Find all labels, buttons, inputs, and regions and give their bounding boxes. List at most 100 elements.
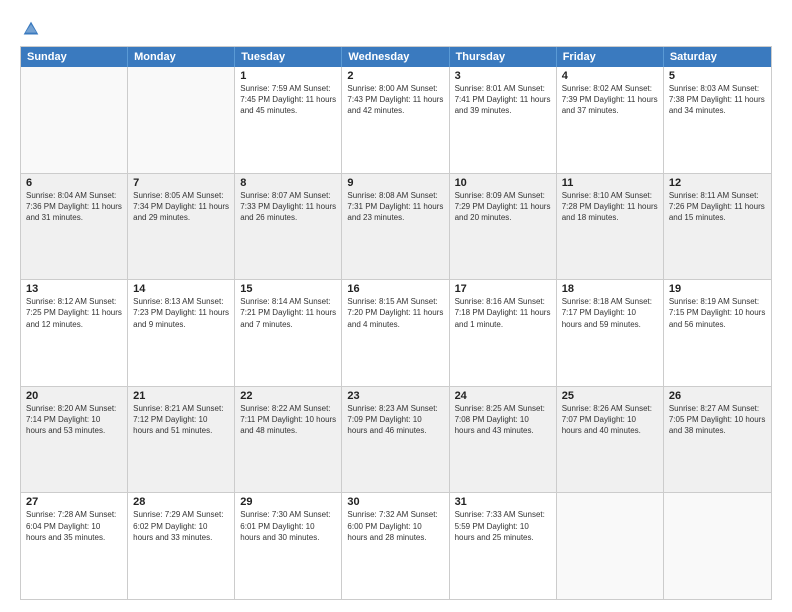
day-info: Sunrise: 8:01 AM Sunset: 7:41 PM Dayligh… [455, 83, 551, 117]
day-number: 6 [26, 177, 122, 189]
day-cell-15: 15Sunrise: 8:14 AM Sunset: 7:21 PM Dayli… [235, 280, 342, 386]
day-cell-13: 13Sunrise: 8:12 AM Sunset: 7:25 PM Dayli… [21, 280, 128, 386]
day-number: 17 [455, 283, 551, 295]
day-info: Sunrise: 8:14 AM Sunset: 7:21 PM Dayligh… [240, 296, 336, 330]
day-number: 10 [455, 177, 551, 189]
day-cell-30: 30Sunrise: 7:32 AM Sunset: 6:00 PM Dayli… [342, 493, 449, 599]
empty-cell [664, 493, 771, 599]
day-number: 28 [133, 496, 229, 508]
day-cell-10: 10Sunrise: 8:09 AM Sunset: 7:29 PM Dayli… [450, 174, 557, 280]
page-header [20, 18, 772, 40]
day-cell-24: 24Sunrise: 8:25 AM Sunset: 7:08 PM Dayli… [450, 387, 557, 493]
day-info: Sunrise: 7:29 AM Sunset: 6:02 PM Dayligh… [133, 509, 229, 543]
header-day-saturday: Saturday [664, 47, 771, 67]
logo [20, 18, 46, 40]
day-info: Sunrise: 8:25 AM Sunset: 7:08 PM Dayligh… [455, 403, 551, 437]
day-info: Sunrise: 8:15 AM Sunset: 7:20 PM Dayligh… [347, 296, 443, 330]
day-info: Sunrise: 8:03 AM Sunset: 7:38 PM Dayligh… [669, 83, 766, 117]
calendar-row-4: 20Sunrise: 8:20 AM Sunset: 7:14 PM Dayli… [21, 386, 771, 493]
day-info: Sunrise: 8:09 AM Sunset: 7:29 PM Dayligh… [455, 190, 551, 224]
day-info: Sunrise: 7:33 AM Sunset: 5:59 PM Dayligh… [455, 509, 551, 543]
day-info: Sunrise: 8:08 AM Sunset: 7:31 PM Dayligh… [347, 190, 443, 224]
day-info: Sunrise: 8:10 AM Sunset: 7:28 PM Dayligh… [562, 190, 658, 224]
day-info: Sunrise: 8:23 AM Sunset: 7:09 PM Dayligh… [347, 403, 443, 437]
header-day-sunday: Sunday [21, 47, 128, 67]
day-info: Sunrise: 7:59 AM Sunset: 7:45 PM Dayligh… [240, 83, 336, 117]
calendar: SundayMondayTuesdayWednesdayThursdayFrid… [20, 46, 772, 600]
day-cell-31: 31Sunrise: 7:33 AM Sunset: 5:59 PM Dayli… [450, 493, 557, 599]
empty-cell [21, 67, 128, 173]
day-number: 24 [455, 390, 551, 402]
day-cell-4: 4Sunrise: 8:02 AM Sunset: 7:39 PM Daylig… [557, 67, 664, 173]
header-day-tuesday: Tuesday [235, 47, 342, 67]
day-cell-11: 11Sunrise: 8:10 AM Sunset: 7:28 PM Dayli… [557, 174, 664, 280]
day-number: 22 [240, 390, 336, 402]
day-cell-12: 12Sunrise: 8:11 AM Sunset: 7:26 PM Dayli… [664, 174, 771, 280]
day-info: Sunrise: 8:21 AM Sunset: 7:12 PM Dayligh… [133, 403, 229, 437]
day-info: Sunrise: 8:26 AM Sunset: 7:07 PM Dayligh… [562, 403, 658, 437]
day-cell-28: 28Sunrise: 7:29 AM Sunset: 6:02 PM Dayli… [128, 493, 235, 599]
day-cell-1: 1Sunrise: 7:59 AM Sunset: 7:45 PM Daylig… [235, 67, 342, 173]
day-cell-29: 29Sunrise: 7:30 AM Sunset: 6:01 PM Dayli… [235, 493, 342, 599]
day-cell-18: 18Sunrise: 8:18 AM Sunset: 7:17 PM Dayli… [557, 280, 664, 386]
calendar-row-1: 1Sunrise: 7:59 AM Sunset: 7:45 PM Daylig… [21, 67, 771, 173]
calendar-row-5: 27Sunrise: 7:28 AM Sunset: 6:04 PM Dayli… [21, 492, 771, 599]
day-cell-26: 26Sunrise: 8:27 AM Sunset: 7:05 PM Dayli… [664, 387, 771, 493]
header-day-wednesday: Wednesday [342, 47, 449, 67]
logo-icon [20, 18, 42, 40]
day-number: 15 [240, 283, 336, 295]
day-info: Sunrise: 8:18 AM Sunset: 7:17 PM Dayligh… [562, 296, 658, 330]
day-cell-20: 20Sunrise: 8:20 AM Sunset: 7:14 PM Dayli… [21, 387, 128, 493]
day-info: Sunrise: 8:05 AM Sunset: 7:34 PM Dayligh… [133, 190, 229, 224]
header-day-thursday: Thursday [450, 47, 557, 67]
empty-cell [557, 493, 664, 599]
day-cell-16: 16Sunrise: 8:15 AM Sunset: 7:20 PM Dayli… [342, 280, 449, 386]
day-info: Sunrise: 8:04 AM Sunset: 7:36 PM Dayligh… [26, 190, 122, 224]
day-info: Sunrise: 8:13 AM Sunset: 7:23 PM Dayligh… [133, 296, 229, 330]
day-number: 20 [26, 390, 122, 402]
day-info: Sunrise: 8:02 AM Sunset: 7:39 PM Dayligh… [562, 83, 658, 117]
calendar-body: 1Sunrise: 7:59 AM Sunset: 7:45 PM Daylig… [21, 67, 771, 599]
day-number: 1 [240, 70, 336, 82]
header-day-monday: Monday [128, 47, 235, 67]
day-number: 27 [26, 496, 122, 508]
day-cell-8: 8Sunrise: 8:07 AM Sunset: 7:33 PM Daylig… [235, 174, 342, 280]
calendar-row-3: 13Sunrise: 8:12 AM Sunset: 7:25 PM Dayli… [21, 279, 771, 386]
day-info: Sunrise: 8:22 AM Sunset: 7:11 PM Dayligh… [240, 403, 336, 437]
day-info: Sunrise: 8:00 AM Sunset: 7:43 PM Dayligh… [347, 83, 443, 117]
day-number: 19 [669, 283, 766, 295]
day-info: Sunrise: 8:20 AM Sunset: 7:14 PM Dayligh… [26, 403, 122, 437]
day-number: 18 [562, 283, 658, 295]
day-number: 25 [562, 390, 658, 402]
day-info: Sunrise: 8:27 AM Sunset: 7:05 PM Dayligh… [669, 403, 766, 437]
day-cell-9: 9Sunrise: 8:08 AM Sunset: 7:31 PM Daylig… [342, 174, 449, 280]
day-number: 16 [347, 283, 443, 295]
day-info: Sunrise: 7:28 AM Sunset: 6:04 PM Dayligh… [26, 509, 122, 543]
day-number: 9 [347, 177, 443, 189]
day-cell-3: 3Sunrise: 8:01 AM Sunset: 7:41 PM Daylig… [450, 67, 557, 173]
day-cell-25: 25Sunrise: 8:26 AM Sunset: 7:07 PM Dayli… [557, 387, 664, 493]
day-info: Sunrise: 8:16 AM Sunset: 7:18 PM Dayligh… [455, 296, 551, 330]
day-number: 30 [347, 496, 443, 508]
day-number: 13 [26, 283, 122, 295]
day-cell-7: 7Sunrise: 8:05 AM Sunset: 7:34 PM Daylig… [128, 174, 235, 280]
calendar-row-2: 6Sunrise: 8:04 AM Sunset: 7:36 PM Daylig… [21, 173, 771, 280]
day-number: 14 [133, 283, 229, 295]
day-cell-27: 27Sunrise: 7:28 AM Sunset: 6:04 PM Dayli… [21, 493, 128, 599]
day-number: 12 [669, 177, 766, 189]
day-cell-2: 2Sunrise: 8:00 AM Sunset: 7:43 PM Daylig… [342, 67, 449, 173]
day-number: 29 [240, 496, 336, 508]
day-number: 26 [669, 390, 766, 402]
day-number: 21 [133, 390, 229, 402]
day-info: Sunrise: 7:32 AM Sunset: 6:00 PM Dayligh… [347, 509, 443, 543]
day-cell-22: 22Sunrise: 8:22 AM Sunset: 7:11 PM Dayli… [235, 387, 342, 493]
day-number: 8 [240, 177, 336, 189]
day-info: Sunrise: 8:12 AM Sunset: 7:25 PM Dayligh… [26, 296, 122, 330]
day-cell-5: 5Sunrise: 8:03 AM Sunset: 7:38 PM Daylig… [664, 67, 771, 173]
day-number: 2 [347, 70, 443, 82]
day-info: Sunrise: 8:11 AM Sunset: 7:26 PM Dayligh… [669, 190, 766, 224]
day-number: 23 [347, 390, 443, 402]
day-cell-6: 6Sunrise: 8:04 AM Sunset: 7:36 PM Daylig… [21, 174, 128, 280]
day-number: 11 [562, 177, 658, 189]
empty-cell [128, 67, 235, 173]
